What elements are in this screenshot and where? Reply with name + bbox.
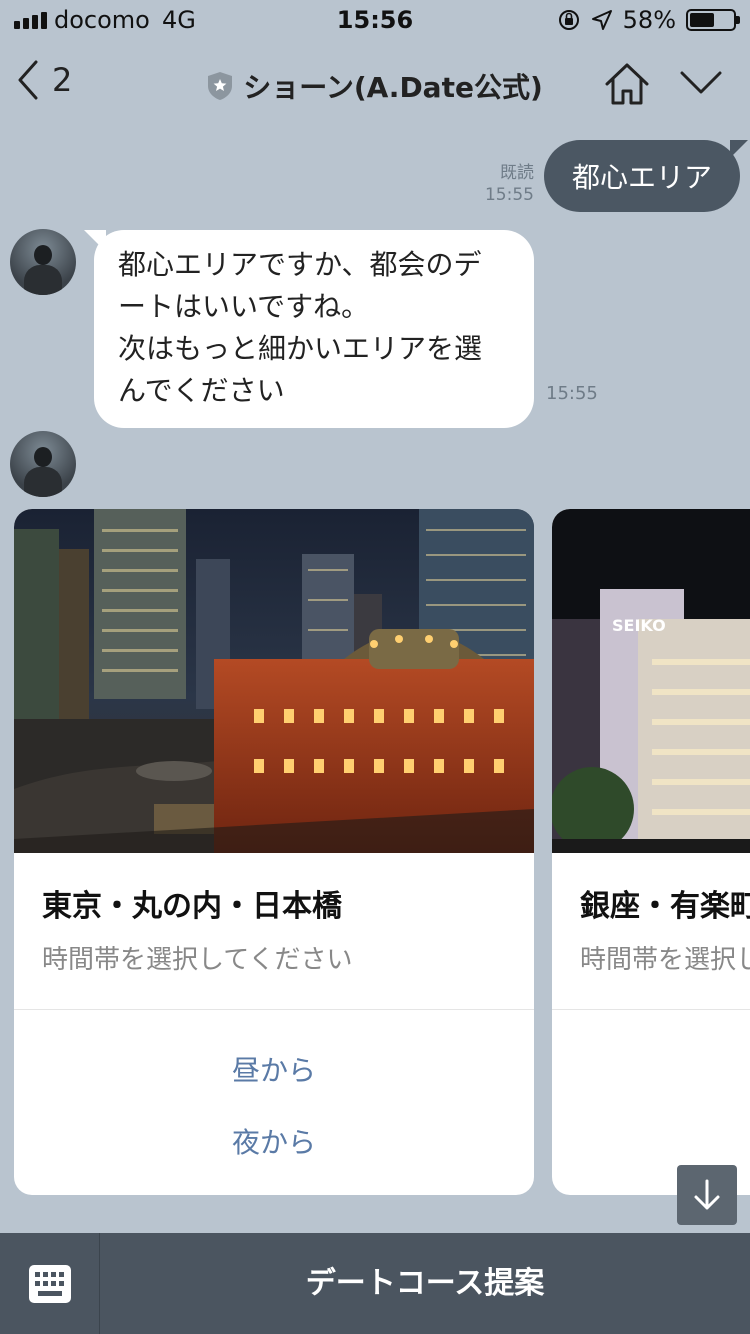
card-title: 銀座・有楽町 (580, 889, 750, 924)
area-card: 東京・丸の内・日本橋 時間帯を選択してください 昼から 夜から (14, 509, 534, 1195)
incoming-time: 15:55 (546, 383, 598, 404)
avatar[interactable] (10, 431, 76, 497)
outgoing-bubble[interactable]: 都心エリア (543, 140, 749, 212)
card-subtitle: 時間帯を選択してください (42, 945, 353, 975)
scroll-to-bottom-button[interactable] (677, 1165, 737, 1225)
seiko-sign-text: SEIKO (612, 616, 666, 635)
status-bar: docomo 4G 15:56 58% (0, 0, 750, 40)
arrow-down-icon (694, 1179, 720, 1210)
chevron-down-icon[interactable] (680, 70, 722, 96)
card-divider (552, 1009, 750, 1010)
card-divider (14, 1009, 534, 1010)
card-title: 東京・丸の内・日本橋 (42, 889, 342, 924)
incoming-line: 次はもっと細かいエリアを選 (118, 332, 483, 365)
incoming-line: 都心エリアですか、都会のデ (118, 248, 482, 281)
read-label: 既読 (499, 163, 534, 183)
area-card: SEIKO 銀座・有楽町 時間帯を選択してください (552, 509, 750, 1195)
chat-header: 2 ショーン(A.Date公式) (0, 44, 750, 128)
orientation-lock-icon (558, 10, 579, 30)
battery-icon (686, 9, 740, 31)
incoming-line: ートはいいですね。 (118, 290, 370, 323)
battery-percent: 58% (622, 6, 676, 34)
location-arrow-icon (591, 10, 612, 30)
battery-level-fill (690, 13, 714, 27)
outgoing-message: 既読 15:55 都心エリア (485, 140, 749, 212)
tokyo-station-night-image (14, 509, 534, 853)
outgoing-time: 15:55 (484, 185, 534, 205)
status-right-group: 58% (557, 6, 740, 34)
read-receipt: 既読 15:55 (485, 162, 534, 206)
official-badge-icon (208, 72, 233, 100)
rich-menu-label[interactable]: デートコース提案 (100, 1233, 750, 1334)
rich-menu-bar: デートコース提案 (0, 1233, 750, 1334)
incoming-line: んでください (118, 374, 285, 407)
keyboard-icon (28, 1264, 71, 1303)
card-subtitle: 時間帯を選択してください (580, 945, 750, 975)
nighttime-button[interactable]: 夜から (14, 1121, 534, 1161)
keyboard-toggle-button[interactable] (0, 1233, 100, 1334)
ginza-night-image: SEIKO (552, 509, 750, 853)
home-icon[interactable] (604, 62, 650, 106)
chat-title-text: ショーン(A.Date公式) (243, 71, 543, 104)
daytime-button[interactable]: 昼から (14, 1049, 534, 1089)
avatar[interactable] (10, 229, 76, 295)
incoming-bubble[interactable]: 都心エリアですか、都会のデ ートはいいですね。 次はもっと細かいエリアを選 んで… (84, 230, 534, 428)
